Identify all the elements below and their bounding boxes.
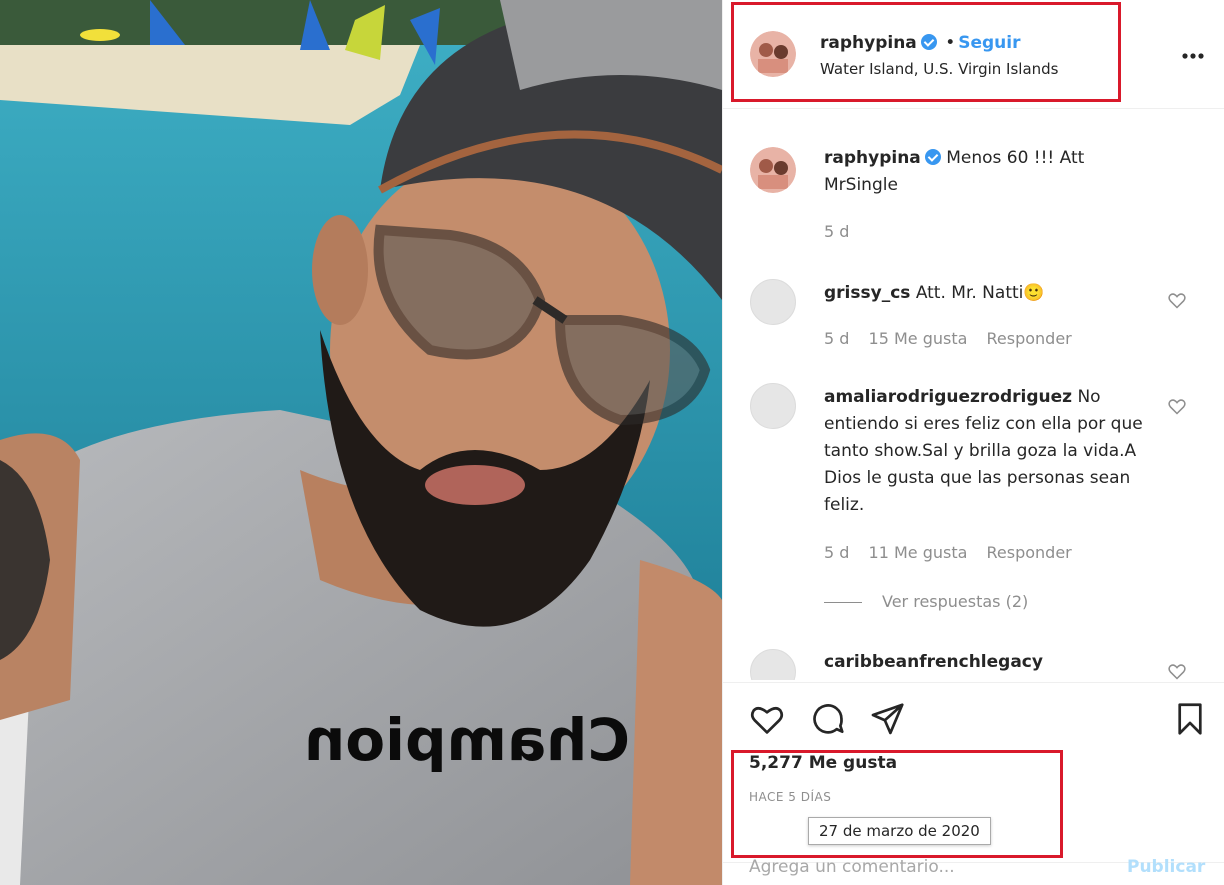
publish-button[interactable]: Publicar	[1127, 857, 1205, 877]
bookmark-icon[interactable]	[1171, 700, 1209, 742]
comment-2: amaliarodriguezrodriguez No entiendo si …	[824, 384, 1154, 519]
replies-line	[824, 602, 862, 603]
header-divider	[723, 108, 1224, 109]
comment-1-meta: 5 d 15 Me gusta Responder	[824, 329, 1072, 348]
photo-illustration: Champion	[0, 0, 722, 885]
more-options-icon[interactable]	[1181, 44, 1205, 72]
comment-like-icon[interactable]	[1167, 661, 1187, 680]
view-replies-button[interactable]: Ver respuestas (2)	[824, 592, 1028, 611]
comment-3-clip: caribbeanfrenchlegacy	[723, 645, 1224, 680]
view-replies-label: Ver respuestas (2)	[882, 592, 1029, 611]
post-sidebar: raphypina • Seguir Water Island, U.S. Vir…	[722, 0, 1224, 885]
comment-avatar[interactable]	[750, 279, 796, 325]
reply-button[interactable]: Responder	[987, 329, 1072, 348]
reply-button[interactable]: Responder	[987, 543, 1072, 562]
comment-time[interactable]: 5 d	[824, 543, 849, 562]
caption-username[interactable]: raphypina	[824, 148, 921, 168]
comment-time[interactable]: 5 d	[824, 329, 849, 348]
actions-divider	[723, 682, 1224, 683]
highlight-box-likes	[731, 750, 1063, 858]
highlight-box-header	[731, 2, 1121, 102]
shirt-logo-text: Champion	[304, 706, 630, 774]
comment-username[interactable]: caribbeanfrenchlegacy	[824, 652, 1043, 672]
comment-like-icon[interactable]	[1167, 396, 1187, 416]
comment-likes[interactable]: 15 Me gusta	[869, 329, 968, 348]
comment-username[interactable]: grissy_cs	[824, 283, 910, 303]
comment-likes[interactable]: 11 Me gusta	[869, 543, 968, 562]
comment-avatar[interactable]	[750, 383, 796, 429]
comment-like-icon[interactable]	[1167, 290, 1187, 310]
comment-input[interactable]: Agrega un comentario...	[749, 857, 955, 877]
comment-avatar[interactable]	[750, 649, 796, 680]
comment-text: Att. Mr. Natti🙂	[915, 283, 1045, 303]
caption: raphypina Menos 60 !!! Att MrSingle	[824, 145, 1124, 199]
comment-username[interactable]: amaliarodriguezrodriguez	[824, 387, 1072, 407]
verified-badge-icon	[924, 149, 941, 165]
caption-avatar[interactable]	[750, 147, 796, 193]
post-photo[interactable]: Champion	[0, 0, 722, 885]
paper-plane-icon[interactable]	[869, 700, 907, 742]
comment-icon[interactable]	[809, 700, 847, 742]
comment-3: caribbeanfrenchlegacy	[824, 649, 1043, 676]
heart-icon[interactable]	[748, 700, 786, 742]
comment-1: grissy_cs Att. Mr. Natti🙂	[824, 280, 1154, 307]
caption-time[interactable]: 5 d	[824, 222, 849, 241]
comment-2-meta: 5 d 11 Me gusta Responder	[824, 543, 1072, 562]
